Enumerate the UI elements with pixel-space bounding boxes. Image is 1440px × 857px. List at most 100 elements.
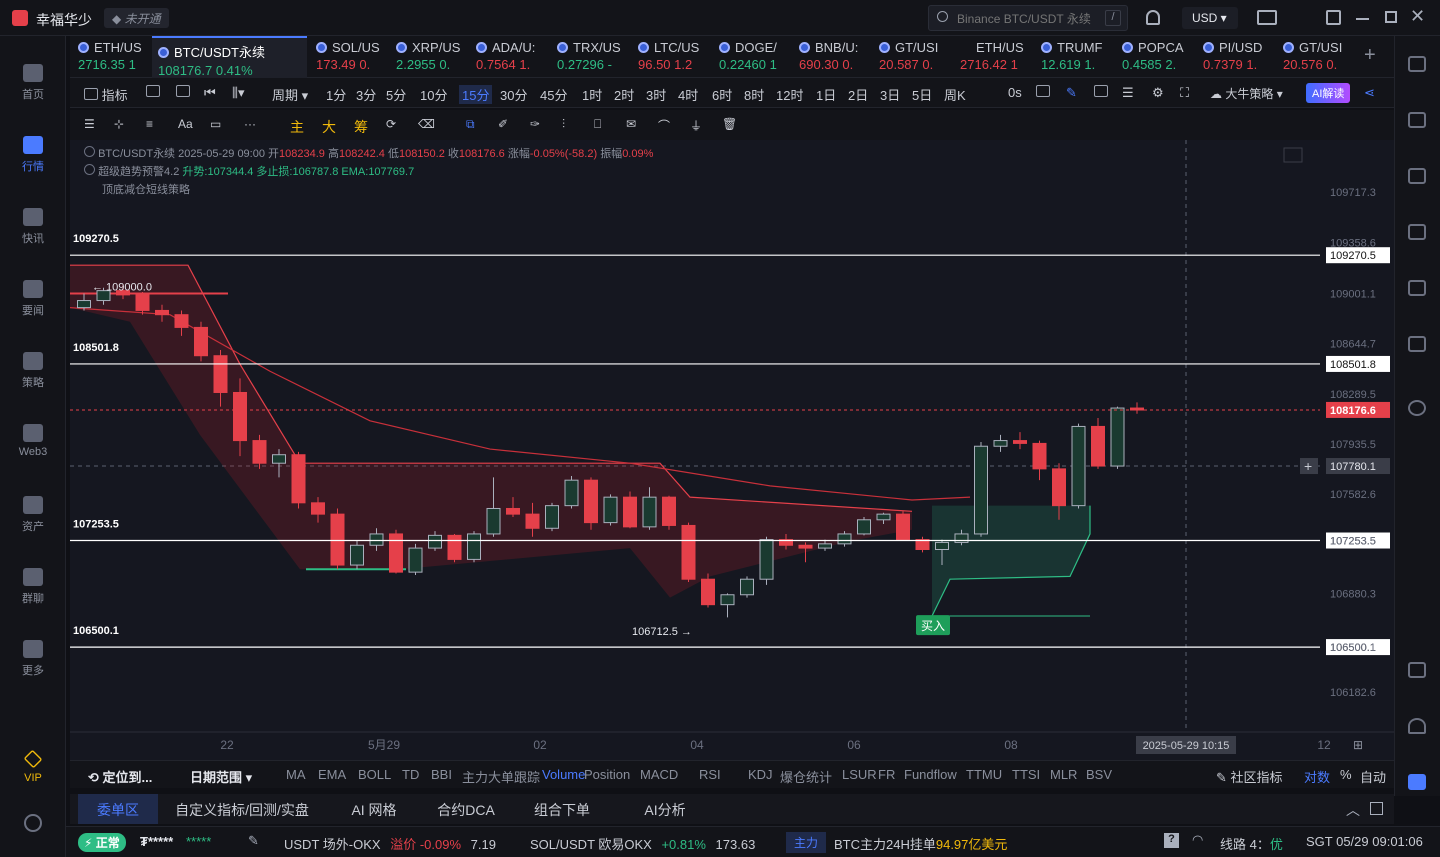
sidebar-item-9[interactable]: VIP: [0, 749, 66, 784]
settings-gear-icon[interactable]: [24, 814, 42, 832]
search-box[interactable]: /: [928, 5, 1128, 31]
order-tab[interactable]: 委单区: [78, 794, 158, 824]
indicator-option[interactable]: MACD: [640, 767, 678, 782]
layout-icon[interactable]: [1408, 662, 1426, 678]
note-icon[interactable]: ✉: [626, 117, 636, 131]
ruler-icon[interactable]: ▭: [210, 117, 221, 131]
period-option[interactable]: 3日: [880, 85, 900, 104]
chart-canvas[interactable]: 109270.5 109270.5 108501.8 108501.8 107253.5…: [70, 140, 1394, 760]
add-tab-icon[interactable]: +: [1364, 44, 1376, 67]
sidebar-item-8[interactable]: 更多: [0, 640, 66, 678]
period-option[interactable]: 15分: [459, 85, 493, 104]
order-tab[interactable]: AI分析: [620, 794, 710, 824]
indicator-option[interactable]: LSUR: [842, 767, 877, 782]
percent-toggle[interactable]: %: [1340, 767, 1352, 782]
calendar-icon[interactable]: [146, 85, 160, 100]
share-icon[interactable]: ⋖: [1364, 85, 1375, 101]
period-option[interactable]: 4时: [678, 85, 698, 104]
period-option[interactable]: 10分: [420, 85, 447, 104]
period-option[interactable]: 5日: [912, 85, 932, 104]
minimize-icon[interactable]: [1356, 18, 1369, 20]
period-option[interactable]: 1日: [816, 85, 836, 104]
indicator-option[interactable]: TTSI: [1012, 767, 1040, 782]
crop-icon[interactable]: [1094, 85, 1108, 100]
indicator-option[interactable]: Volume: [542, 767, 585, 782]
sidebar-item-3[interactable]: 要闻: [0, 280, 66, 318]
symbol-tab[interactable]: ETH/US 2716.42 1: [954, 36, 1034, 78]
copy-icon[interactable]: ⧉: [466, 117, 475, 132]
refresh-icon[interactable]: [1408, 400, 1426, 416]
symbol-tab[interactable]: PI/USD 0.7379 1.: [1197, 36, 1277, 78]
period-option[interactable]: 1分: [326, 85, 346, 104]
camera-icon[interactable]: [1036, 85, 1050, 100]
strategy-select[interactable]: ☁ 大牛策略 ▾: [1210, 85, 1283, 102]
collapse-up-icon[interactable]: ︿: [1346, 800, 1360, 820]
big-toggle[interactable]: 大: [322, 117, 336, 137]
period-option[interactable]: 3分: [356, 85, 376, 104]
close-icon[interactable]: ✕: [1410, 6, 1425, 27]
indicator-option[interactable]: FR: [878, 767, 895, 782]
symbol-tab[interactable]: TRX/US 0.27296 -: [551, 36, 631, 78]
indicator-option[interactable]: BBI: [431, 767, 452, 782]
menu-icon[interactable]: ☰: [1122, 85, 1134, 101]
hline-icon[interactable]: ⊹: [114, 117, 124, 131]
rewind-icon[interactable]: ⏮: [204, 85, 216, 101]
maximize-icon[interactable]: [1385, 11, 1397, 23]
ai-button[interactable]: AI解读: [1306, 83, 1351, 103]
signal-icon[interactable]: [1408, 224, 1426, 240]
robot-icon[interactable]: [1408, 774, 1426, 790]
layout-split-icon[interactable]: [176, 85, 190, 100]
indicator-option[interactable]: 爆仓统计: [780, 767, 832, 786]
community-indicator-button[interactable]: ✎ 社区指标: [1216, 767, 1283, 786]
chart-expand-icon[interactable]: [1283, 147, 1303, 163]
period-option[interactable]: 3时: [646, 85, 666, 104]
indicator-option[interactable]: RSI: [699, 767, 721, 782]
lines-icon[interactable]: ☰: [84, 117, 95, 131]
indicator-option[interactable]: BSV: [1086, 767, 1112, 782]
card-icon[interactable]: [1408, 336, 1426, 352]
magnet-icon[interactable]: ⌒: [658, 117, 670, 134]
period-option[interactable]: 6时: [712, 85, 732, 104]
symbol-tab[interactable]: POPCA 0.4585 2.: [1116, 36, 1196, 78]
symbol-tab[interactable]: SOL/US 173.49 0.: [310, 36, 390, 78]
dollar-icon[interactable]: [1408, 168, 1426, 184]
symbol-tab[interactable]: GT/USI 20.587 0.: [873, 36, 953, 78]
order-tab[interactable]: 组合下单: [512, 794, 612, 824]
pen-icon[interactable]: ✎: [1066, 85, 1077, 101]
indicator-option[interactable]: TTMU: [966, 767, 1002, 782]
price-chart[interactable]: 109270.5 109270.5 108501.8 108501.8 107253.5…: [70, 140, 1394, 760]
sidebar-item-1[interactable]: 行情: [0, 136, 66, 174]
sidebar-item-6[interactable]: 资产: [0, 496, 66, 534]
period-option[interactable]: 2时: [614, 85, 634, 104]
auto-toggle[interactable]: 自动: [1360, 767, 1386, 786]
more-tools-icon[interactable]: ···: [244, 117, 256, 131]
monitor-icon[interactable]: [1408, 280, 1426, 296]
axis-setting-icon[interactable]: ⊞: [1353, 738, 1363, 752]
indicator-option[interactable]: EMA: [318, 767, 346, 782]
text-tool-icon[interactable]: Aa: [178, 117, 193, 131]
indicator-option[interactable]: MA: [286, 767, 306, 782]
period-option[interactable]: 5分: [386, 85, 406, 104]
indicator-option[interactable]: MLR: [1050, 767, 1077, 782]
indicator-button[interactable]: 指标: [84, 85, 128, 104]
grid-tool-icon[interactable]: ⫶: [562, 117, 565, 132]
expand-icon[interactable]: [1370, 802, 1383, 815]
order-tab[interactable]: 自定义指标/回测/实盘: [162, 794, 322, 824]
symbol-tab[interactable]: ADA/U: 0.7564 1.: [470, 36, 550, 78]
bell-icon[interactable]: [1146, 10, 1160, 25]
lock-icon[interactable]: ⎕: [594, 117, 601, 132]
main-toggle[interactable]: 主: [290, 117, 304, 137]
sync-icon[interactable]: ⟳: [386, 117, 396, 131]
symbol-tab[interactable]: BTC/USDT永续 108176.7 0.41%: [152, 36, 307, 78]
symbol-tab[interactable]: TRUMF 12.619 1.: [1035, 36, 1115, 78]
collapse-icon[interactable]: [84, 146, 95, 157]
trash-icon[interactable]: 🗑: [722, 117, 737, 131]
order-tab[interactable]: 合约DCA: [424, 794, 508, 824]
candle-type-icon[interactable]: ⫼▾: [232, 85, 245, 101]
indicator-option[interactable]: KDJ: [748, 767, 773, 782]
locate-button[interactable]: ⟲ 定位到...: [88, 767, 152, 786]
account-badge[interactable]: ◆ 未开通: [104, 8, 169, 28]
symbol-tab[interactable]: LTC/US 96.50 1.2: [632, 36, 712, 78]
edit-pen-icon[interactable]: ✎: [248, 833, 259, 849]
list-icon[interactable]: [1408, 56, 1426, 72]
